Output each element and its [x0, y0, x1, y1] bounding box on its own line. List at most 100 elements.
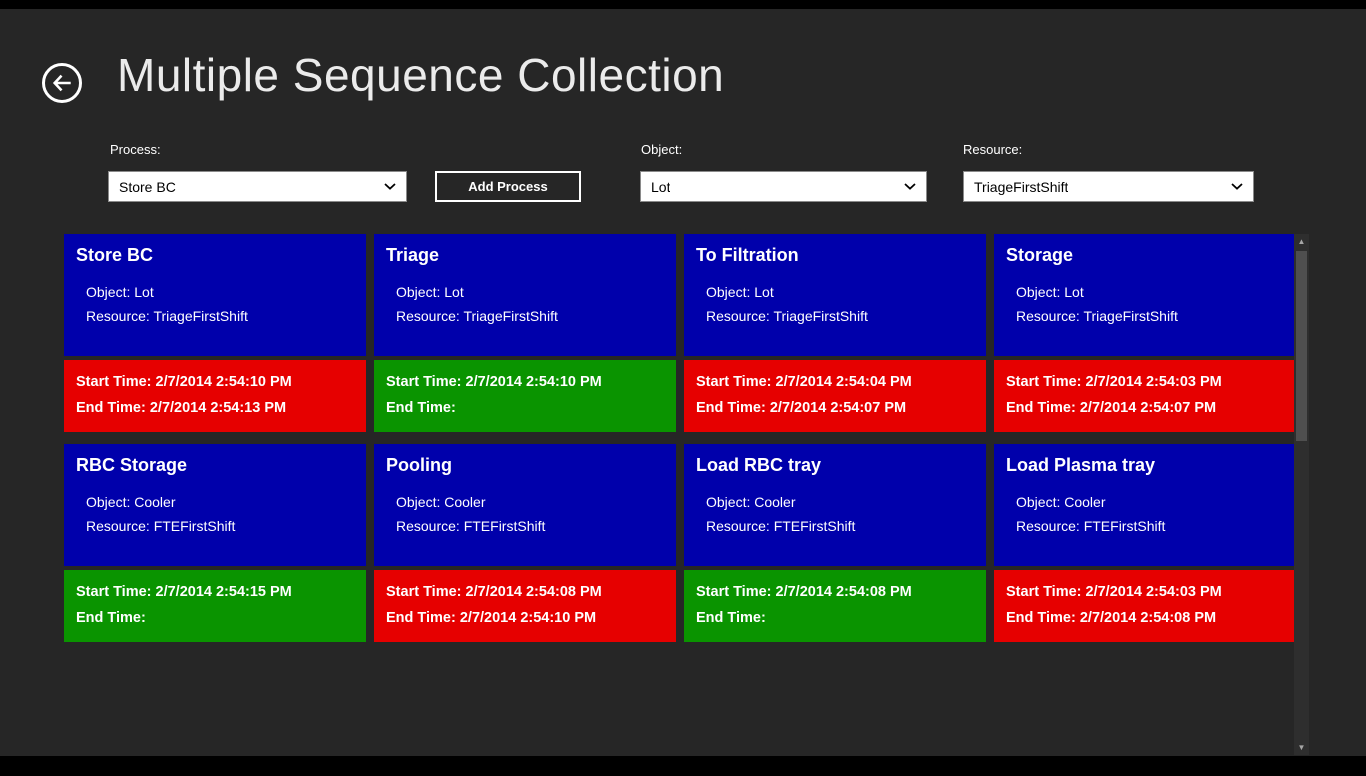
card-object: Object: Lot: [76, 280, 354, 304]
card-resource: Resource: TriageFirstShift: [76, 304, 354, 328]
card-times: Start Time: 2/7/2014 2:54:10 PM End Time…: [374, 360, 676, 432]
card-resource: Resource: TriageFirstShift: [696, 304, 974, 328]
card-object-value: Cooler: [1064, 494, 1105, 510]
scroll-down-icon[interactable]: ▼: [1294, 740, 1309, 755]
card-object-value: Lot: [134, 284, 153, 300]
card-resource: Resource: FTEFirstShift: [696, 514, 974, 538]
object-dropdown[interactable]: Lot: [640, 171, 927, 202]
card-resource-value: TriageFirstShift: [153, 308, 247, 324]
card-resource-label: Resource:: [86, 308, 150, 324]
card-object: Object: Lot: [696, 280, 974, 304]
end-time-value: 2/7/2014 2:54:13 PM: [150, 400, 286, 416]
process-card[interactable]: To Filtration Object: Lot Resource: Tria…: [684, 234, 986, 432]
card-object-value: Lot: [1064, 284, 1083, 300]
back-button[interactable]: [42, 63, 82, 103]
chevron-down-icon: [904, 183, 916, 190]
card-resource-value: FTEFirstShift: [774, 518, 856, 534]
card-header: RBC Storage Object: Cooler Resource: FTE…: [64, 444, 366, 566]
end-time-value: 2/7/2014 2:54:07 PM: [770, 400, 906, 416]
card-resource-value: FTEFirstShift: [1084, 518, 1166, 534]
card-object-label: Object:: [396, 284, 440, 300]
card-resource-value: FTEFirstShift: [154, 518, 236, 534]
card-start-time: Start Time: 2/7/2014 2:54:10 PM: [76, 369, 354, 395]
chevron-down-icon: [1231, 183, 1243, 190]
card-object: Object: Cooler: [1006, 490, 1284, 514]
process-card[interactable]: Load Plasma tray Object: Cooler Resource…: [994, 444, 1296, 642]
object-dropdown-value: Lot: [651, 179, 670, 195]
card-object-value: Lot: [444, 284, 463, 300]
card-title: Pooling: [386, 455, 664, 476]
end-time-label: End Time:: [76, 610, 146, 626]
process-dropdown[interactable]: Store BC: [108, 171, 407, 202]
card-times: Start Time: 2/7/2014 2:54:03 PM End Time…: [994, 570, 1296, 642]
card-start-time: Start Time: 2/7/2014 2:54:03 PM: [1006, 369, 1284, 395]
resource-dropdown-value: TriageFirstShift: [974, 179, 1068, 195]
card-resource-label: Resource:: [86, 518, 150, 534]
vertical-scrollbar[interactable]: ▲ ▼: [1294, 234, 1309, 755]
card-resource: Resource: TriageFirstShift: [1006, 304, 1284, 328]
process-card-grid: Store BC Object: Lot Resource: TriageFir…: [64, 234, 1296, 642]
end-time-value: 2/7/2014 2:54:07 PM: [1080, 400, 1216, 416]
card-object-label: Object:: [86, 494, 130, 510]
card-object: Object: Cooler: [76, 490, 354, 514]
start-time-value: 2/7/2014 2:54:15 PM: [156, 584, 292, 600]
add-process-button[interactable]: Add Process: [435, 171, 581, 202]
process-card[interactable]: Triage Object: Lot Resource: TriageFirst…: [374, 234, 676, 432]
card-end-time: End Time: 2/7/2014 2:54:08 PM: [1006, 605, 1284, 631]
scroll-up-icon[interactable]: ▲: [1294, 234, 1309, 249]
start-time-value: 2/7/2014 2:54:04 PM: [776, 374, 912, 390]
end-time-label: End Time:: [76, 400, 146, 416]
card-header: Load Plasma tray Object: Cooler Resource…: [994, 444, 1296, 566]
card-object: Object: Lot: [1006, 280, 1284, 304]
card-times: Start Time: 2/7/2014 2:54:15 PM End Time…: [64, 570, 366, 642]
card-end-time: End Time: 2/7/2014 2:54:07 PM: [696, 395, 974, 421]
card-title: Storage: [1006, 245, 1284, 266]
process-card[interactable]: Load RBC tray Object: Cooler Resource: F…: [684, 444, 986, 642]
card-resource: Resource: FTEFirstShift: [76, 514, 354, 538]
card-start-time: Start Time: 2/7/2014 2:54:08 PM: [386, 579, 664, 605]
start-time-label: Start Time:: [1006, 584, 1081, 600]
scrollbar-thumb[interactable]: [1296, 251, 1307, 441]
card-resource-label: Resource:: [1016, 308, 1080, 324]
card-end-time: End Time: 2/7/2014 2:54:10 PM: [386, 605, 664, 631]
chevron-down-icon: [384, 183, 396, 190]
card-title: To Filtration: [696, 245, 974, 266]
start-time-label: Start Time:: [696, 374, 771, 390]
process-card[interactable]: Pooling Object: Cooler Resource: FTEFirs…: [374, 444, 676, 642]
card-resource-value: TriageFirstShift: [463, 308, 557, 324]
end-time-value: 2/7/2014 2:54:08 PM: [1080, 610, 1216, 626]
start-time-label: Start Time:: [696, 584, 771, 600]
start-time-label: Start Time:: [76, 374, 151, 390]
card-start-time: Start Time: 2/7/2014 2:54:04 PM: [696, 369, 974, 395]
end-time-label: End Time:: [696, 610, 766, 626]
card-end-time: End Time:: [76, 605, 354, 631]
card-times: Start Time: 2/7/2014 2:54:03 PM End Time…: [994, 360, 1296, 432]
card-title: Load RBC tray: [696, 455, 974, 476]
start-time-label: Start Time:: [386, 374, 461, 390]
process-card[interactable]: RBC Storage Object: Cooler Resource: FTE…: [64, 444, 366, 642]
arrow-left-icon: [51, 72, 73, 94]
card-title: Triage: [386, 245, 664, 266]
process-card[interactable]: Storage Object: Lot Resource: TriageFirs…: [994, 234, 1296, 432]
card-end-time: End Time: 2/7/2014 2:54:07 PM: [1006, 395, 1284, 421]
card-object-value: Lot: [754, 284, 773, 300]
card-object-label: Object:: [1016, 494, 1060, 510]
process-card[interactable]: Store BC Object: Lot Resource: TriageFir…: [64, 234, 366, 432]
end-time-value: 2/7/2014 2:54:10 PM: [460, 610, 596, 626]
card-object-label: Object:: [396, 494, 440, 510]
card-object-label: Object:: [86, 284, 130, 300]
resource-label: Resource:: [963, 142, 1022, 157]
object-label: Object:: [641, 142, 682, 157]
card-resource-value: TriageFirstShift: [773, 308, 867, 324]
card-end-time: End Time:: [696, 605, 974, 631]
process-label: Process:: [110, 142, 161, 157]
card-title: Store BC: [76, 245, 354, 266]
card-object-value: Cooler: [134, 494, 175, 510]
card-resource-value: TriageFirstShift: [1083, 308, 1177, 324]
card-object-value: Cooler: [754, 494, 795, 510]
resource-dropdown[interactable]: TriageFirstShift: [963, 171, 1254, 202]
end-time-label: End Time:: [386, 400, 456, 416]
card-object-label: Object:: [1016, 284, 1060, 300]
start-time-label: Start Time:: [1006, 374, 1081, 390]
card-header: To Filtration Object: Lot Resource: Tria…: [684, 234, 986, 356]
